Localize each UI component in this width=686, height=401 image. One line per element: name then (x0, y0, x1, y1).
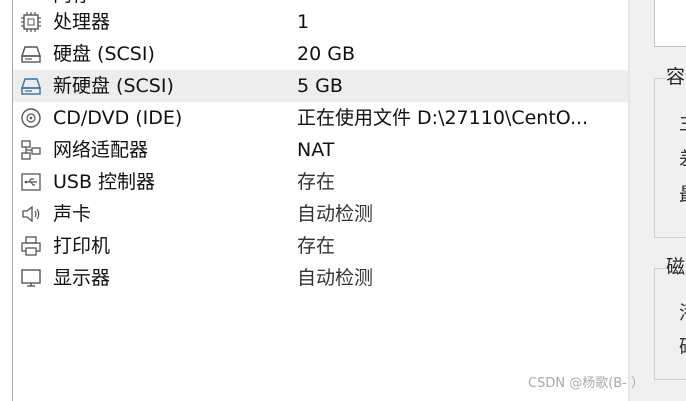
device-summary: 自动检测 (297, 267, 374, 289)
watermark: CSDN @杨歌(B- ） (528, 376, 645, 391)
device-name: 声卡 (53, 203, 92, 225)
cpu-icon (20, 11, 42, 33)
device-row-sound-card[interactable]: 声卡 自动检测 (13, 198, 628, 230)
device-summary: 5 GB (297, 75, 343, 97)
device-summary: 1 (297, 11, 310, 33)
device-row-printer[interactable]: 打印机 存在 (13, 230, 628, 262)
device-name: 打印机 (53, 235, 111, 257)
device-name: 网络适配器 (53, 139, 149, 161)
device-row-display[interactable]: 显示器 自动检测 (13, 262, 628, 294)
device-summary: 20 GB (297, 43, 355, 65)
hard-disk-new-icon (20, 75, 42, 97)
device-summary: 自动检测 (297, 203, 374, 225)
device-summary: 正在使用文件 D:\27110\CentO... (297, 107, 589, 129)
device-summary: 存在 (297, 235, 336, 257)
device-name: 新硬盘 (SCSI) (53, 75, 174, 97)
device-row-usb[interactable]: USB 控制器 存在 (13, 166, 628, 198)
disk-file-row-label: 潘 (679, 302, 686, 324)
hard-disk-icon (20, 43, 42, 65)
device-summary: NAT (297, 139, 335, 161)
monitor-icon (20, 267, 42, 289)
network-adapter-icon (20, 139, 42, 161)
capacity-group-label: 容 (666, 66, 686, 88)
capacity-row-label: 主 (679, 112, 686, 134)
device-name: 处理器 (53, 11, 111, 33)
device-row-memory[interactable]: 内存 (13, 0, 628, 6)
printer-icon (20, 235, 42, 257)
device-row-processor[interactable]: 处理器 1 (13, 6, 628, 38)
cd-dvd-icon (20, 107, 42, 129)
usb-icon (20, 171, 42, 193)
disk-file-row-label: 碛 (679, 336, 686, 358)
info-box (654, 0, 686, 47)
device-name: 显示器 (53, 267, 111, 289)
device-name: USB 控制器 (53, 171, 156, 193)
device-settings-panel: 容 主 差 最 磁 潘 碛 (630, 0, 686, 401)
device-name: 硬盘 (SCSI) (53, 43, 155, 65)
device-row-network-adapter[interactable]: 网络适配器 NAT (13, 134, 628, 166)
device-row-new-hard-disk[interactable]: 新硬盘 (SCSI) 5 GB (13, 70, 628, 102)
device-row-hard-disk[interactable]: 硬盘 (SCSI) 20 GB (13, 38, 628, 70)
device-list[interactable]: 内存 处理器 1 硬盘 (SCSI) 20 GB 新硬盘 (SCSI) 5 GB… (13, 0, 628, 401)
capacity-row-label: 差 (679, 148, 686, 170)
device-name: CD/DVD (IDE) (53, 107, 183, 129)
speaker-icon (20, 203, 42, 225)
capacity-row-label: 最 (679, 184, 686, 206)
disk-file-group-label: 磁 (666, 256, 686, 278)
device-summary: 存在 (297, 171, 336, 193)
disk-file-group (654, 268, 686, 380)
device-row-cd-dvd[interactable]: CD/DVD (IDE) 正在使用文件 D:\27110\CentO... (13, 102, 628, 134)
